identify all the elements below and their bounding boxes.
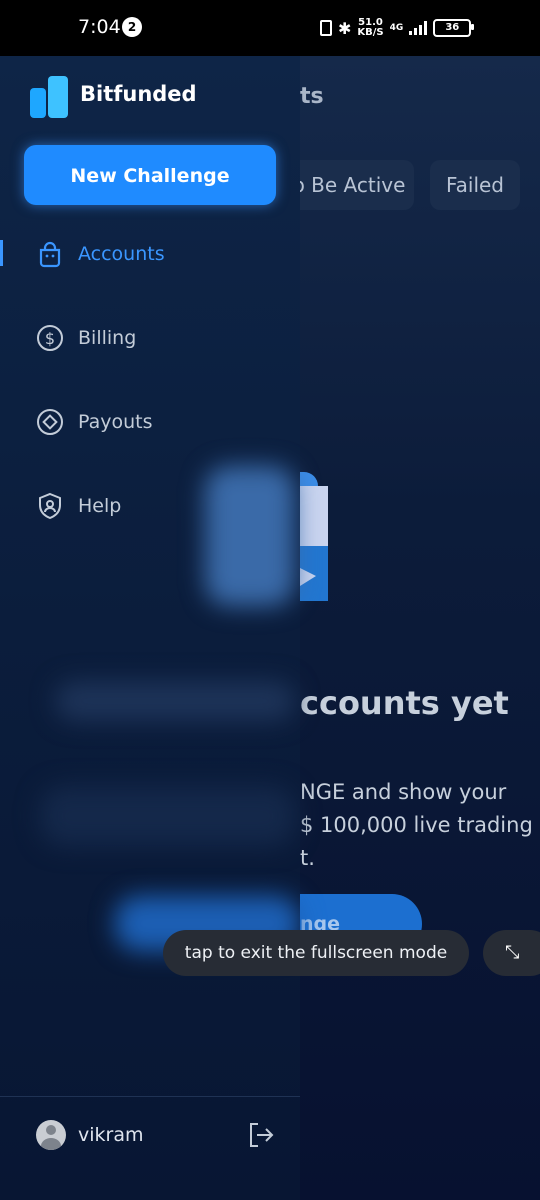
sidebar-item-accounts[interactable]: Accounts [0,226,300,282]
page-title: ts [300,84,324,109]
sidebar-item-payouts[interactable]: Payouts [0,394,300,450]
new-challenge-button[interactable]: New Challenge [24,145,276,205]
tab-to-be-active[interactable]: o Be Active [284,160,414,210]
empty-illustration [300,486,328,546]
exit-fullscreen-button[interactable]: ⤡ [483,930,540,976]
navigation-drawer: Bitfunded New Challenge Accounts $ Billi… [0,56,300,1200]
brand-name: Bitfunded [80,82,197,106]
empty-desc-line: $ 100,000 live trading [300,813,533,837]
sidebar-item-label: Billing [78,327,137,349]
sidebar-item-label: Accounts [78,243,165,265]
avatar [36,1120,66,1150]
logo-icon [28,74,72,118]
empty-illustration-base [300,546,328,601]
status-bar: 7:04 2 ✱ 51.0 KB/S 4G 36 [0,0,540,56]
sidebar-item-billing[interactable]: $ Billing [0,310,300,366]
blurred-illustration [205,466,295,606]
empty-state-description: NGE and show your $ 100,000 live trading… [300,776,540,875]
svg-text:$: $ [45,329,55,348]
empty-desc-line: t. [300,846,315,870]
fullscreen-toast[interactable]: tap to exit the fullscreen mode [163,930,469,976]
exit-fullscreen-icon: ⤡ [505,942,520,963]
vibrate-icon [320,20,332,36]
logout-icon[interactable] [246,1120,276,1150]
diamond-circle-icon [37,409,63,435]
dollar-circle-icon: $ [37,325,63,351]
tab-failed[interactable]: Failed [430,160,520,210]
shield-person-icon [39,492,61,520]
bluetooth-icon: ✱ [338,18,352,38]
status-time: 7:04 [78,16,121,38]
drawer-divider [0,1096,300,1097]
user-profile[interactable]: vikram [36,1120,144,1150]
network-type: 4G [389,22,404,33]
sidebar-item-label: Help [78,495,122,517]
blurred-description [40,786,295,846]
signal-icon [409,21,428,35]
bag-icon [39,241,61,268]
sidebar-item-label: Payouts [78,411,153,433]
blurred-title [55,681,295,721]
notification-count-badge: 2 [122,17,142,37]
arrow-icon [300,568,316,586]
user-name: vikram [78,1124,144,1146]
network-speed: 51.0 KB/S [357,18,383,38]
status-icons: ✱ 51.0 KB/S 4G 36 [320,18,475,38]
empty-desc-line: NGE and show your [300,780,507,804]
empty-state-title: ccounts yet [300,684,509,722]
network-speed-unit: KB/S [357,27,384,38]
battery-icon: 36 [433,19,475,37]
